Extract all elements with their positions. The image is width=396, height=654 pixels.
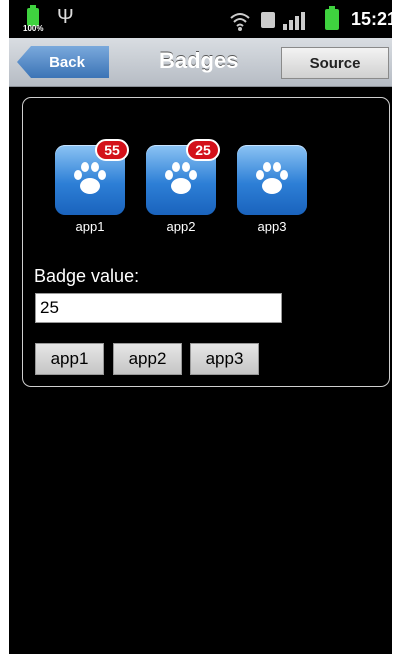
usb-icon: Ψ bbox=[57, 6, 74, 28]
app-item-app1[interactable]: 55 app1 bbox=[55, 139, 129, 234]
status-bar: 100% Ψ 15:21 bbox=[9, 0, 396, 38]
badge-value-label: Badge value: bbox=[34, 266, 140, 286]
right-frame-edge bbox=[392, 0, 396, 654]
app-icon[interactable] bbox=[237, 145, 307, 215]
badges-panel: 55 app1 25 app2 app3 Badge value: 25 app… bbox=[22, 97, 390, 387]
page-title: Badges bbox=[159, 48, 239, 73]
badge-value-input[interactable] bbox=[35, 293, 282, 323]
sim-card-icon bbox=[261, 12, 275, 28]
app-icon[interactable]: 55 bbox=[55, 139, 129, 215]
clock: 15:21 bbox=[351, 9, 396, 29]
paw-icon bbox=[165, 162, 197, 194]
battery-icon bbox=[325, 6, 339, 30]
left-frame-edge bbox=[0, 0, 9, 654]
app-item-app3[interactable]: app3 bbox=[237, 145, 307, 234]
app2-button[interactable]: app2 bbox=[113, 343, 182, 375]
app1-button[interactable]: app1 bbox=[35, 343, 104, 375]
app3-button[interactable]: app3 bbox=[190, 343, 259, 375]
notification-badge: 25 bbox=[186, 139, 220, 161]
back-button[interactable]: Back bbox=[17, 46, 109, 78]
signal-strength-icon bbox=[283, 12, 305, 30]
app-label: app1 bbox=[75, 219, 105, 234]
app-item-app2[interactable]: 25 app2 bbox=[146, 139, 220, 234]
paw-icon bbox=[256, 162, 288, 194]
paw-icon bbox=[74, 162, 106, 194]
source-button[interactable]: Source bbox=[281, 47, 389, 79]
navigation-bar: Back Badges Source bbox=[9, 38, 392, 87]
wifi-icon bbox=[230, 13, 250, 31]
app-label: app3 bbox=[257, 219, 287, 234]
app-label: app2 bbox=[166, 219, 196, 234]
app-icon[interactable]: 25 bbox=[146, 139, 220, 215]
battery-level-text: 100% bbox=[23, 24, 44, 33]
notification-badge: 55 bbox=[95, 139, 129, 161]
